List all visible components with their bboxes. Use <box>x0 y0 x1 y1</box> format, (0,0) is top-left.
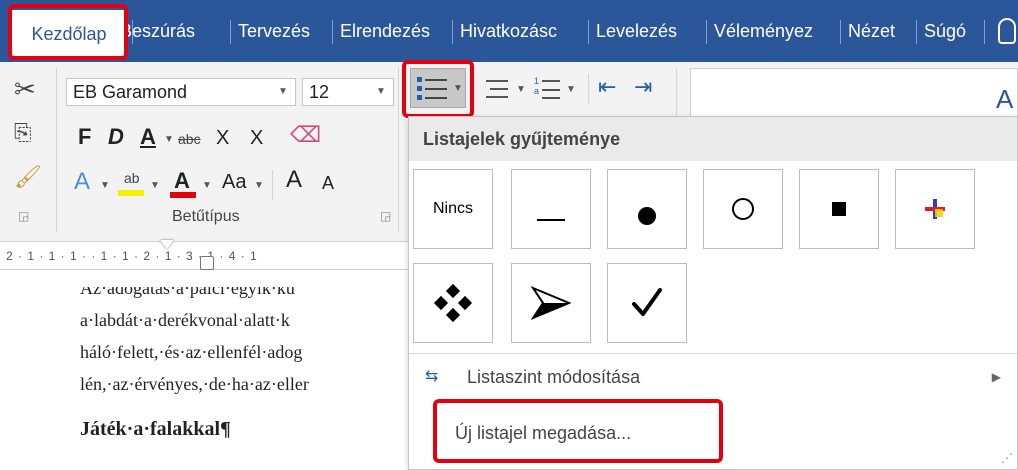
hanging-indent-icon[interactable] <box>200 256 214 270</box>
doc-line: Az·adogatás·a·pálcí·egyik·kü <box>80 278 295 298</box>
chevron-down-icon[interactable]: ▼ <box>254 180 264 191</box>
tab-hivatkozasok[interactable]: Hivatkozásc <box>460 16 586 46</box>
tab-separator <box>840 20 841 44</box>
grow-font-button[interactable]: A <box>286 168 302 192</box>
highlight-color-icon[interactable]: ab <box>118 170 144 196</box>
strikethrough-button[interactable]: abc <box>178 132 201 146</box>
checkmark-bullet-icon <box>632 288 662 316</box>
bullet-option-arrowhead[interactable] <box>511 263 591 343</box>
dash-bullet-icon <box>537 219 565 221</box>
change-case-button[interactable]: Aa <box>222 172 246 192</box>
bullet-library-title: Listajelek gyűjteménye <box>409 117 1017 161</box>
chevron-down-icon[interactable]: ▼ <box>278 86 288 97</box>
font-family-dropdown[interactable]: EB Garamond <box>66 78 296 106</box>
tab-separator <box>230 20 231 44</box>
list-level-icon: ⇆ <box>425 368 439 385</box>
group-separator <box>56 68 57 232</box>
filled-square-bullet-icon <box>832 202 846 216</box>
indent-marker-icon[interactable] <box>160 240 174 250</box>
font-dialog-launcher-icon[interactable]: ◲ <box>380 210 391 222</box>
doc-line: lén,·az·érvényes,·de·ha·az·eller <box>80 374 309 394</box>
bullet-option-dash[interactable] <box>511 169 591 249</box>
shrink-font-button[interactable]: A <box>322 174 334 192</box>
doc-heading: Játék·a·falakkal¶ <box>80 418 231 440</box>
tab-tervezes[interactable]: Tervezés <box>238 16 310 46</box>
tab-elrendezes[interactable]: Elrendezés <box>340 16 430 46</box>
chevron-right-icon: ▶ <box>991 370 1001 384</box>
bullet-library-popup: Listajelek gyűjteménye Nincs ⇆ Listaszin… <box>408 116 1018 470</box>
tab-separator <box>706 20 707 44</box>
bullet-option-colored-cross[interactable] <box>895 169 975 249</box>
bullet-option-filled-circle[interactable] <box>607 169 687 249</box>
lightbulb-icon[interactable] <box>998 18 1016 44</box>
change-list-level-item[interactable]: ⇆ Listaszint módosítása ▶ <box>409 357 1017 397</box>
chevron-down-icon[interactable]: ▼ <box>376 86 386 97</box>
numbered-list-icon[interactable]: 1 a <box>534 76 560 100</box>
tab-separator <box>916 20 917 44</box>
group-separator <box>272 170 273 200</box>
format-painter-icon[interactable]: 🖌 <box>14 166 42 188</box>
group-separator <box>398 68 399 232</box>
group-label-font: Betűtípus <box>172 208 240 225</box>
tab-separator <box>452 20 453 44</box>
subscript-button[interactable]: X <box>216 128 229 148</box>
copy-icon[interactable]: ⎘ <box>14 122 32 144</box>
bullet-option-hollow-circle[interactable] <box>703 169 783 249</box>
highlight-tab-kezdolap <box>8 4 128 60</box>
chevron-down-icon[interactable]: ▼ <box>150 180 160 191</box>
doc-line: háló·felett,·és·az·ellenfél·adog <box>80 342 303 362</box>
ribbon-tab-bar: Kezdőlap Beszúrás Tervezés Elrendezés Hi… <box>0 0 1018 62</box>
cut-icon[interactable]: ✂ <box>14 76 36 102</box>
tab-beszuras[interactable]: Beszúrás <box>128 16 228 46</box>
clipboard-launcher-icon[interactable]: ◲ <box>18 210 29 222</box>
doc-line: a·labdát·a·derékvonal·alatt·k <box>80 310 290 330</box>
italic-button[interactable]: D <box>108 126 124 148</box>
chevron-down-icon[interactable]: ▼ <box>566 84 576 95</box>
arrowhead-bullet-icon <box>531 286 571 320</box>
decrease-indent-icon[interactable]: ⇤ <box>598 76 616 98</box>
styles-gallery-glyph: A <box>996 84 1014 114</box>
highlight-define-new-bullet <box>433 399 723 463</box>
clear-formatting-icon[interactable]: ⌫ <box>290 124 321 146</box>
chevron-down-icon[interactable]: ▼ <box>202 180 212 191</box>
bullet-option-checkmark[interactable] <box>607 263 687 343</box>
hollow-circle-bullet-icon <box>732 198 754 220</box>
bullet-option-none[interactable]: Nincs <box>413 169 493 249</box>
styles-gallery[interactable] <box>690 68 1018 118</box>
group-separator <box>588 74 589 104</box>
tab-velemenyezes[interactable]: Véleményez <box>714 16 838 46</box>
underline-button[interactable]: A <box>140 126 156 148</box>
tab-levelezes[interactable]: Levelezés <box>596 16 677 46</box>
increase-indent-icon[interactable]: ⇥ <box>634 76 652 98</box>
four-diamond-bullet-icon <box>433 283 473 323</box>
bullet-option-filled-square[interactable] <box>799 169 879 249</box>
tab-separator <box>588 20 589 44</box>
tab-separator <box>984 20 985 44</box>
resize-grip-icon[interactable]: ⋰ <box>1001 451 1013 465</box>
multilevel-list-icon[interactable] <box>486 78 512 100</box>
menu-separator <box>409 353 1017 354</box>
bullet-none-label: Nincs <box>432 200 473 217</box>
superscript-button[interactable]: X <box>250 128 263 148</box>
bullet-option-four-diamond[interactable] <box>413 263 493 343</box>
chevron-down-icon[interactable]: ▼ <box>100 180 110 191</box>
chevron-down-icon[interactable]: ▼ <box>516 84 526 95</box>
bold-button[interactable]: F <box>78 126 91 148</box>
tab-nezet[interactable]: Nézet <box>848 16 895 46</box>
highlight-bullets-button <box>402 60 474 118</box>
tab-sugo[interactable]: Súgó <box>924 16 966 46</box>
filled-circle-bullet-icon <box>638 207 656 225</box>
text-effects-icon[interactable]: A <box>74 170 90 194</box>
tab-separator <box>332 20 333 44</box>
chevron-down-icon[interactable]: ▼ <box>164 134 174 145</box>
font-color-icon[interactable]: A <box>170 168 196 198</box>
colored-cross-bullet-icon <box>925 199 945 219</box>
change-list-level-label: Listaszint módosítása <box>467 367 641 387</box>
